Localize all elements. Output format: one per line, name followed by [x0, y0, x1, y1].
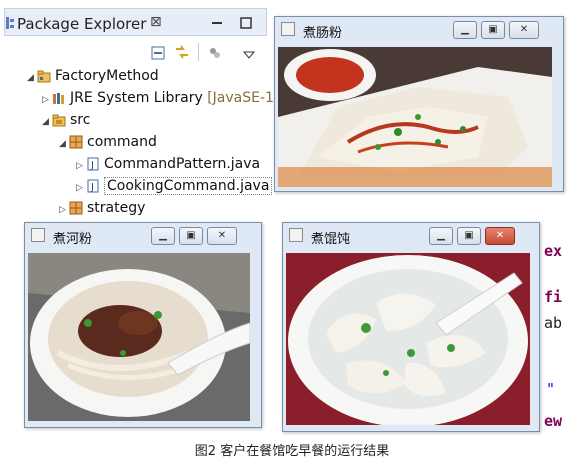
tree-item-commandpattern[interactable]: ▷ J CommandPattern.java: [76, 154, 260, 174]
maximize-view-icon[interactable]: [240, 14, 252, 29]
svg-text:J: J: [90, 182, 94, 193]
tree-item-label: JRE System Library: [70, 90, 203, 106]
window-hefen[interactable]: 煮河粉 ▁ ▣ ✕: [24, 222, 262, 428]
hierarchy-icon: [5, 15, 15, 29]
tree-item-factorymethod[interactable]: ◢ FactoryMethod: [27, 66, 159, 86]
tree-item-command[interactable]: ◢ command: [59, 132, 157, 152]
java-file-icon: J: [86, 179, 100, 193]
tree-item-label: src: [70, 112, 91, 128]
maximize-button[interactable]: ▣: [457, 227, 481, 245]
hefen-photo: [28, 253, 250, 421]
tree-item-label: FactoryMethod: [55, 68, 159, 84]
close-button[interactable]: ✕: [509, 21, 539, 39]
view-menu-icon[interactable]: [242, 45, 256, 59]
expanded-arrow-icon[interactable]: ◢: [59, 134, 69, 154]
editor-background: ex fi ab " ew: [540, 222, 584, 434]
source-folder-icon: [52, 113, 66, 127]
minimize-button[interactable]: ▁: [151, 227, 175, 245]
window-app-icon: [281, 22, 295, 36]
code-fragment: ab: [544, 314, 563, 332]
link-with-editor-icon[interactable]: [174, 44, 190, 60]
huntun-photo: [286, 253, 530, 425]
close-view-icon[interactable]: ⊠: [150, 14, 162, 30]
window-controls: ▁ ▣ ✕: [453, 21, 557, 39]
project-icon: [37, 69, 51, 83]
code-fragment: fi: [544, 288, 563, 306]
code-fragment: ": [546, 380, 556, 398]
window-controls: ▁ ▣ ✕: [429, 227, 533, 245]
java-file-icon: J: [86, 157, 100, 171]
package-explorer-panel: Package Explorer ⊠ ◢ FactoryMethod ▷ JRE S…: [0, 0, 278, 222]
expanded-arrow-icon[interactable]: ◢: [42, 112, 52, 132]
collapsed-arrow-icon[interactable]: ▷: [42, 90, 52, 110]
code-fragment: ew: [544, 412, 563, 430]
package-icon: [69, 135, 83, 149]
tree-item-jre-library[interactable]: ▷ JRE System Library [JavaSE-1.: [42, 88, 278, 108]
window-changfen[interactable]: 煮肠粉 ▁ ▣ ✕: [274, 16, 564, 192]
window-app-icon: [289, 228, 303, 242]
collapse-all-icon[interactable]: [151, 45, 165, 60]
window-app-icon: [31, 228, 45, 242]
minimize-button[interactable]: ▁: [453, 21, 477, 39]
close-button[interactable]: ✕: [207, 227, 237, 245]
window-title: 煮肠粉: [303, 26, 343, 41]
tree-item-label: CommandPattern.java: [104, 156, 261, 172]
toolbar-divider: [198, 43, 199, 61]
minimize-view-icon[interactable]: [211, 14, 223, 26]
changfen-photo: [278, 47, 552, 187]
focus-task-icon[interactable]: [208, 45, 222, 59]
library-icon: [52, 91, 66, 105]
tree-item-label: strategy: [87, 200, 146, 216]
window-controls: ▁ ▣ ✕: [151, 227, 255, 245]
code-fragment: ex: [544, 242, 563, 260]
collapsed-arrow-icon[interactable]: ▷: [76, 156, 86, 176]
window-title: 煮馄饨: [311, 232, 351, 247]
svg-text:J: J: [90, 160, 94, 171]
tree-item-suffix: [JavaSE-1.: [207, 90, 279, 106]
package-explorer-title: Package Explorer: [17, 15, 147, 33]
close-button[interactable]: ✕: [485, 227, 515, 245]
expanded-arrow-icon[interactable]: ◢: [27, 68, 37, 88]
package-icon: [69, 201, 83, 215]
tree-item-cookingcommand[interactable]: ▷ J CookingCommand.java: [76, 176, 273, 198]
collapsed-arrow-icon[interactable]: ▷: [59, 200, 69, 220]
tree-item-src[interactable]: ◢ src: [42, 110, 90, 130]
minimize-button[interactable]: ▁: [429, 227, 453, 245]
collapsed-arrow-icon[interactable]: ▷: [76, 178, 86, 198]
maximize-button[interactable]: ▣: [481, 21, 505, 39]
window-title: 煮河粉: [53, 232, 93, 247]
tree-item-strategy[interactable]: ▷ strategy: [59, 198, 145, 218]
window-huntun[interactable]: 煮馄饨 ▁ ▣ ✕: [282, 222, 540, 432]
maximize-button[interactable]: ▣: [179, 227, 203, 245]
tree-item-label: command: [87, 134, 157, 150]
figure-caption: 图2 客户在餐馆吃早餐的运行结果: [194, 444, 390, 459]
tree-item-label: CookingCommand.java: [104, 177, 273, 195]
